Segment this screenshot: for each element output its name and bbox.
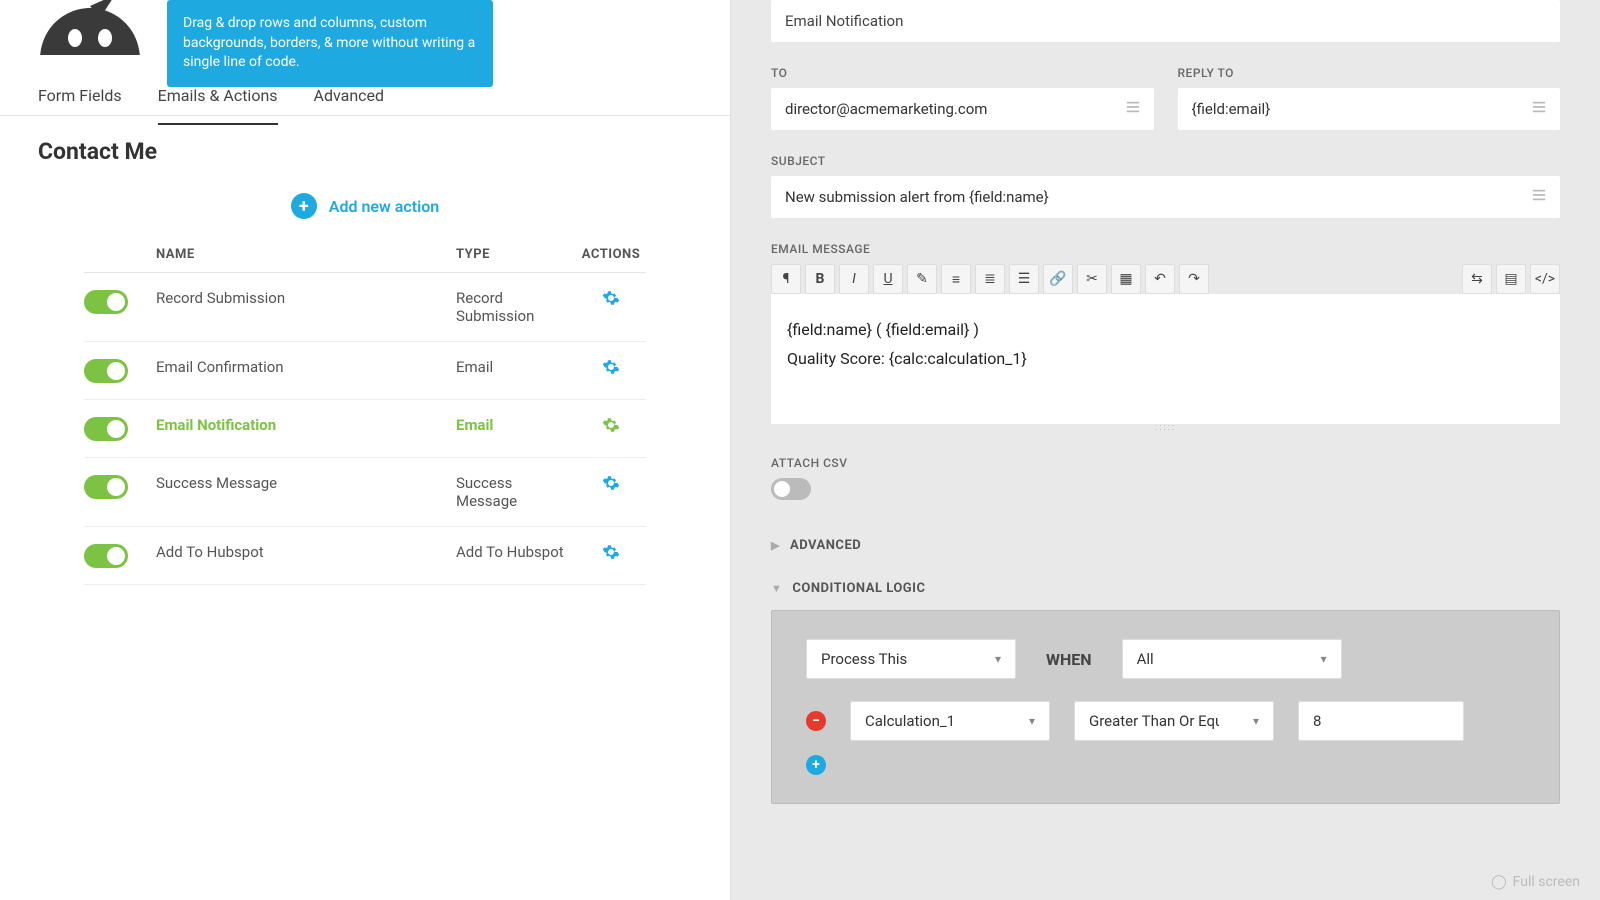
message-line-2: Quality Score: {calc:calculation_1} xyxy=(787,345,1544,374)
action-row[interactable]: Success MessageSuccess Message xyxy=(84,458,646,527)
to-label: TO xyxy=(771,66,1154,80)
align-icon[interactable]: ☰ xyxy=(1009,264,1039,294)
match-select[interactable]: All ▾ xyxy=(1122,639,1342,679)
fullscreen-icon: ◯ xyxy=(1491,874,1507,890)
action-name: Success Message xyxy=(156,474,456,492)
action-row[interactable]: Email ConfirmationEmail xyxy=(84,342,646,400)
action-toggle[interactable] xyxy=(84,290,128,314)
subject-value: New submission alert from {field:name} xyxy=(785,188,1049,206)
resize-grip[interactable]: ::::: xyxy=(771,424,1560,432)
subject-label: SUBJECT xyxy=(771,154,1560,168)
gear-icon[interactable] xyxy=(602,358,620,376)
condition-field-select[interactable]: Calculation_1 ▾ xyxy=(850,701,1050,741)
action-toggle[interactable] xyxy=(84,359,128,383)
code-view-icon[interactable]: </> xyxy=(1530,264,1560,294)
chevron-down-icon: ▾ xyxy=(1029,714,1035,728)
fullscreen-editor-icon[interactable]: ▤ xyxy=(1496,264,1526,294)
conditional-logic-panel: Process This ▾ WHEN All ▾ − Calculation_… xyxy=(771,610,1560,804)
message-line-1: {field:name} ( {field:email} ) xyxy=(787,316,1544,345)
plus-icon: + xyxy=(291,193,317,219)
editor-toolbar: ¶ B I U ✎ ≡ ≣ ☰ 🔗 ✂ ▦ ↶ ↷ ⇆ ▤ </> xyxy=(771,264,1560,294)
action-row[interactable]: Add To HubspotAdd To Hubspot xyxy=(84,527,646,585)
action-toggle[interactable] xyxy=(84,475,128,499)
merge-tag-icon[interactable] xyxy=(1532,100,1546,118)
merge-tags-icon[interactable]: ⇆ xyxy=(1462,264,1492,294)
fullscreen-button[interactable]: ◯ Full screen xyxy=(1491,874,1580,890)
action-toggle[interactable] xyxy=(84,544,128,568)
advanced-section-toggle[interactable]: ▶ ADVANCED xyxy=(771,524,1560,567)
chevron-down-icon: ▾ xyxy=(1253,714,1259,728)
attach-csv-label: ATTACH CSV xyxy=(771,456,1560,470)
eraser-icon[interactable]: ✎ xyxy=(907,264,937,294)
attach-csv-toggle[interactable] xyxy=(771,478,811,500)
link-icon[interactable]: 🔗 xyxy=(1043,264,1073,294)
unlink-icon[interactable]: ✂ xyxy=(1077,264,1107,294)
action-name-input[interactable]: Email Notification xyxy=(771,0,1560,42)
reply-to-label: REPLY TO xyxy=(1178,66,1561,80)
header-name: NAME xyxy=(156,247,456,262)
gear-icon[interactable] xyxy=(602,416,620,434)
promo-tooltip: Drag & drop rows and columns, custom bac… xyxy=(167,0,493,87)
header-type: TYPE xyxy=(456,247,576,262)
app-logo xyxy=(30,0,140,55)
caret-down-icon: ▼ xyxy=(771,582,782,595)
to-input[interactable]: director@acmemarketing.com xyxy=(771,88,1154,130)
redo-icon[interactable]: ↷ xyxy=(1179,264,1209,294)
message-label: EMAIL MESSAGE xyxy=(771,242,1560,256)
page-title: Contact Me xyxy=(0,116,730,165)
action-name: Add To Hubspot xyxy=(156,543,456,561)
gear-icon[interactable] xyxy=(602,474,620,492)
actions-table-header: NAME TYPE ACTIONS xyxy=(84,237,646,273)
action-type: Email xyxy=(456,358,576,376)
action-toggle[interactable] xyxy=(84,417,128,441)
table-icon[interactable]: ▦ xyxy=(1111,264,1141,294)
caret-right-icon: ▶ xyxy=(771,539,780,552)
merge-tag-icon[interactable] xyxy=(1532,188,1546,206)
ordered-list-icon[interactable]: ≡ xyxy=(941,264,971,294)
action-type: Record Submission xyxy=(456,289,576,325)
action-type: Success Message xyxy=(456,474,576,510)
action-name: Email Notification xyxy=(156,416,456,434)
fullscreen-label: Full screen xyxy=(1513,874,1580,890)
action-type: Add To Hubspot xyxy=(456,543,576,561)
header-actions: ACTIONS xyxy=(576,247,646,262)
condition-value-input[interactable]: 8 xyxy=(1298,701,1464,741)
chevron-down-icon: ▾ xyxy=(995,652,1001,666)
add-action-label: Add new action xyxy=(329,197,439,216)
action-row[interactable]: Email NotificationEmail xyxy=(84,400,646,458)
unordered-list-icon[interactable]: ≣ xyxy=(975,264,1005,294)
condition-operator-select[interactable]: Greater Than Or Equal ▾ xyxy=(1074,701,1274,741)
action-type: Email xyxy=(456,416,576,434)
action-name: Record Submission xyxy=(156,289,456,307)
advanced-section-label: ADVANCED xyxy=(790,538,861,553)
gear-icon[interactable] xyxy=(602,289,620,307)
remove-condition-button[interactable]: − xyxy=(806,711,826,731)
process-select-value: Process This xyxy=(821,650,907,668)
bold-icon[interactable]: B xyxy=(805,264,835,294)
action-row[interactable]: Record SubmissionRecord Submission xyxy=(84,273,646,342)
conditional-section-label: CONDITIONAL LOGIC xyxy=(792,581,925,596)
reply-to-value: {field:email} xyxy=(1192,100,1271,118)
reply-to-input[interactable]: {field:email} xyxy=(1178,88,1561,130)
italic-icon[interactable]: I xyxy=(839,264,869,294)
paragraph-icon[interactable]: ¶ xyxy=(771,264,801,294)
conditional-section-toggle[interactable]: ▼ CONDITIONAL LOGIC xyxy=(771,567,1560,610)
when-label: WHEN xyxy=(1046,650,1092,669)
chevron-down-icon: ▾ xyxy=(1321,652,1327,666)
process-select[interactable]: Process This ▾ xyxy=(806,639,1016,679)
add-condition-button[interactable]: + xyxy=(806,755,826,775)
underline-icon[interactable]: U xyxy=(873,264,903,294)
subject-input[interactable]: New submission alert from {field:name} xyxy=(771,176,1560,218)
condition-field-value: Calculation_1 xyxy=(865,712,955,730)
add-action-button[interactable]: + Add new action xyxy=(84,181,646,237)
match-select-value: All xyxy=(1137,650,1154,668)
action-name: Email Confirmation xyxy=(156,358,456,376)
to-value: director@acmemarketing.com xyxy=(785,100,987,118)
message-editor[interactable]: {field:name} ( {field:email} ) Quality S… xyxy=(771,294,1560,424)
gear-icon[interactable] xyxy=(602,543,620,561)
merge-tag-icon[interactable] xyxy=(1126,100,1140,118)
condition-operator-value: Greater Than Or Equal xyxy=(1089,712,1219,730)
undo-icon[interactable]: ↶ xyxy=(1145,264,1175,294)
